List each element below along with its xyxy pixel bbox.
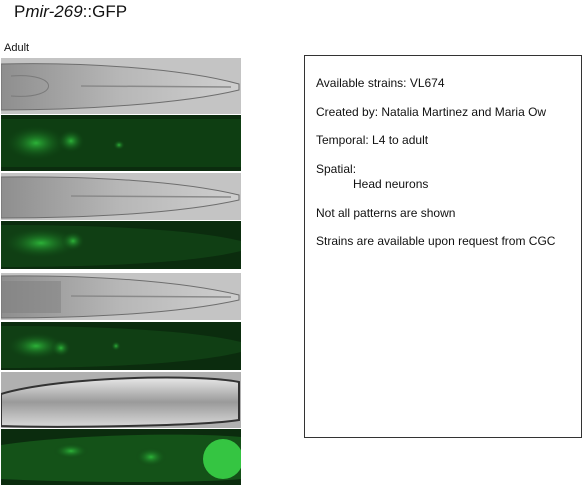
brightfield-image-2 — [1, 173, 241, 220]
gene-name: mir-269 — [25, 2, 83, 21]
gfp-image-4 — [1, 429, 241, 485]
availability-note: Strains are available upon request from … — [316, 234, 556, 248]
brightfield-image-3 — [1, 273, 241, 320]
brightfield-image-4 — [1, 372, 241, 428]
stage-label: Adult — [4, 42, 30, 54]
figure-title: Pmir-269::GFP — [14, 2, 128, 21]
gfp-image-1 — [1, 115, 241, 171]
created-by: Created by: Natalia Martinez and Maria O… — [316, 105, 547, 119]
spatial-label: Spatial: — [316, 162, 357, 176]
info-box: Available strains: VL674 Created by: Nat… — [304, 55, 582, 438]
available-strains: Available strains: VL674 — [316, 76, 445, 90]
gfp-image-2 — [1, 221, 241, 269]
brightfield-image-1 — [1, 58, 241, 114]
temporal-expression: Temporal: L4 to adult — [316, 133, 429, 147]
patterns-note: Not all patterns are shown — [316, 206, 456, 220]
spatial-value: Head neurons — [353, 177, 429, 191]
gfp-image-3 — [1, 322, 241, 370]
